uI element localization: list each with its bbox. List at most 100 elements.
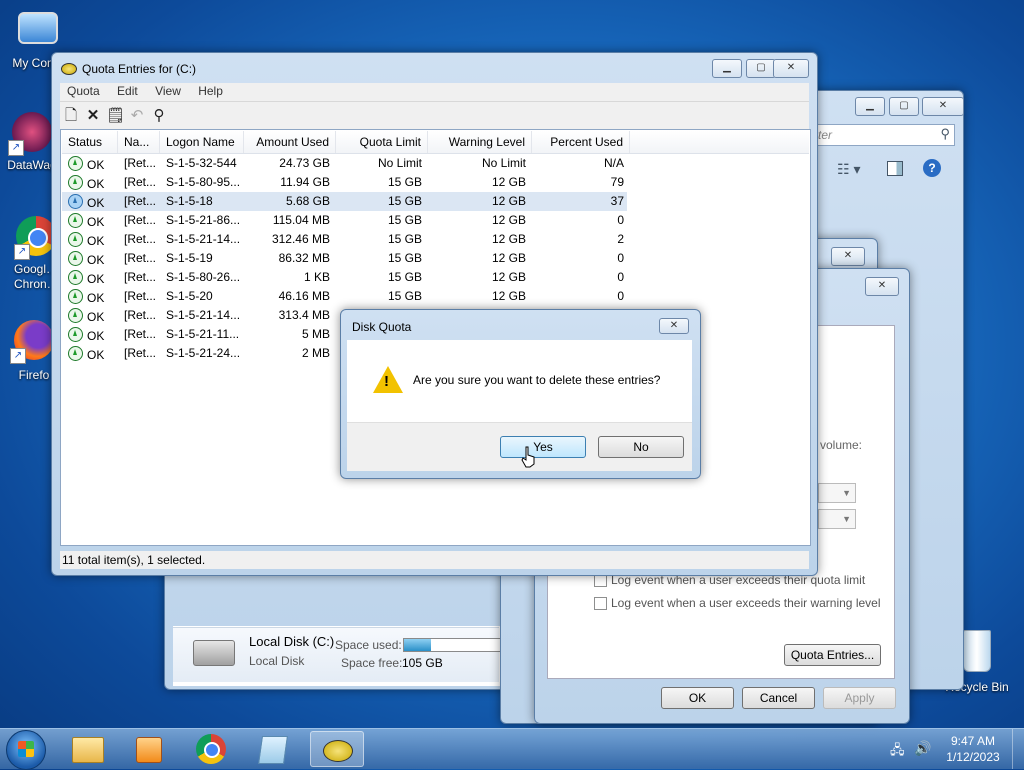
new-entry-icon[interactable]: 🗋 [62, 107, 80, 125]
warning-mark: ! [384, 373, 389, 390]
menu-quota[interactable]: Quota [60, 83, 107, 99]
quota-entries-button[interactable]: Quota Entries... [784, 644, 881, 666]
menu-help[interactable]: Help [191, 83, 230, 99]
cell-text: 115.04 MB [272, 213, 330, 227]
cell-text: OK [87, 177, 105, 191]
delete-icon[interactable]: ✕ [84, 107, 102, 125]
status-ok-icon [68, 175, 83, 190]
preview-pane-icon[interactable] [887, 161, 903, 176]
maximize-button[interactable]: ▢ [889, 97, 919, 116]
table-row[interactable]: OK [Ret... S-1-5-21-14... 312.46 MB 15 GB 12 … [62, 230, 627, 249]
taskbar-chrome[interactable] [184, 731, 238, 767]
cell-status: OK [62, 230, 118, 249]
col-amount[interactable]: Amount Used [244, 131, 336, 153]
table-row[interactable]: OK [Ret... S-1-5-21-86... 115.04 MB 15 GB 12 … [62, 211, 627, 230]
cell-text: 2 [617, 232, 624, 246]
cell-text: 11.94 GB [280, 175, 330, 189]
taskbar-explorer[interactable] [60, 731, 114, 767]
minimize-button[interactable]: ▁ [855, 97, 885, 116]
cell-percent: 0 [532, 211, 630, 230]
cell-text: [Ret... [124, 346, 157, 360]
taskbar-notepad[interactable] [246, 731, 300, 767]
status-ok-icon [68, 232, 83, 247]
undo-icon[interactable]: ↶ [128, 107, 146, 125]
cell-logon: S-1-5-19 [160, 249, 244, 268]
table-row[interactable]: OK [Ret... S-1-5-80-26... 1 KB 15 GB 12 GB 0 [62, 268, 627, 287]
log-warning-checkbox[interactable]: Log event when a user exceeds their warn… [594, 596, 881, 611]
clock-date: 1/12/2023 [946, 750, 1000, 764]
search-box[interactable]: ter ⚲ [813, 124, 955, 146]
col-logon[interactable]: Logon Name [160, 131, 244, 153]
cell-text: OK [87, 253, 105, 267]
close-button[interactable]: ✕ [865, 277, 899, 296]
find-icon[interactable]: ⚲ [150, 107, 168, 125]
details-pane: Local Disk (C:) Local Disk Space used: S… [173, 627, 501, 682]
cell-percent: 2 [532, 230, 630, 249]
cell-warning: 12 GB [428, 192, 532, 211]
recycle-bin-icon [963, 630, 991, 672]
computer-icon [18, 12, 58, 44]
dropdown-1[interactable]: ▼ [818, 483, 856, 503]
cell-warning: 12 GB [428, 230, 532, 249]
cell-text: [Ret... [124, 156, 157, 170]
volume-icon[interactable]: 🔊 [914, 740, 931, 757]
view-options-icon[interactable]: ☷ ▾ [837, 161, 860, 178]
table-row[interactable]: OK [Ret... S-1-5-20 46.16 MB 15 GB 12 GB 0 [62, 287, 627, 306]
col-limit[interactable]: Quota Limit [336, 131, 428, 153]
cell-percent: 79 [532, 173, 630, 192]
show-desktop-button[interactable] [1012, 729, 1024, 769]
cell-used: 2 MB [244, 344, 336, 363]
close-button[interactable]: ✕ [659, 318, 689, 334]
table-row[interactable]: OK [Ret... S-1-5-80-95... 11.94 GB 15 GB 12 G… [62, 173, 627, 192]
notepad-icon [258, 736, 288, 764]
menu-view[interactable]: View [148, 83, 188, 99]
cell-text: 2 MB [301, 346, 330, 360]
cell-text: 12 GB [491, 289, 526, 303]
cell-percent: 37 [532, 192, 630, 211]
help-icon[interactable]: ? [923, 159, 941, 177]
close-button[interactable]: ✕ [922, 97, 964, 116]
menu-edit[interactable]: Edit [110, 83, 145, 99]
cell-used: 86.32 MB [244, 249, 336, 268]
yes-button[interactable]: Yes [500, 436, 586, 458]
cell-text: [Ret... [124, 232, 157, 246]
cell-logon: S-1-5-21-14... [160, 306, 244, 325]
apply-button[interactable]: Apply [823, 687, 896, 709]
windows-logo-icon [18, 741, 34, 757]
checkbox[interactable] [594, 574, 607, 588]
properties-icon[interactable]: 🗒 [106, 107, 125, 125]
table-row[interactable]: OK [Ret... S-1-5-32-544 24.73 GB No Limit No … [62, 154, 627, 173]
cell-name: [Ret... [118, 230, 160, 249]
network-icon[interactable]: 🖧 [890, 741, 905, 763]
col-status[interactable]: Status [62, 131, 118, 153]
maximize-button[interactable]: ▢ [746, 59, 776, 78]
cancel-button[interactable]: Cancel [742, 687, 815, 709]
taskbar-media-player[interactable] [122, 731, 176, 767]
checkbox[interactable] [594, 597, 607, 611]
cell-text: S-1-5-32-544 [166, 156, 237, 170]
minimize-button[interactable]: ▁ [712, 59, 742, 78]
cell-used: 312.46 MB [244, 230, 336, 249]
cell-text: S-1-5-18 [166, 194, 213, 208]
table-row[interactable]: OK [Ret... S-1-5-19 86.32 MB 15 GB 12 GB 0 [62, 249, 627, 268]
col-percent[interactable]: Percent Used [532, 131, 630, 153]
ok-button[interactable]: OK [661, 687, 734, 709]
cell-status: OK [62, 173, 118, 192]
taskbar-disk-quota[interactable] [310, 731, 364, 767]
col-name[interactable]: Na... [118, 131, 160, 153]
dropdown-2[interactable]: ▼ [818, 509, 856, 529]
close-button[interactable]: ✕ [831, 247, 865, 266]
cell-used: 5 MB [244, 325, 336, 344]
cell-text: No Limit [481, 156, 526, 170]
close-button[interactable]: ✕ [773, 59, 809, 78]
cell-limit: 15 GB [336, 287, 428, 306]
table-row[interactable]: OK [Ret... S-1-5-18 5.68 GB 15 GB 12 GB 37 [62, 192, 627, 211]
cell-text: [Ret... [124, 213, 157, 227]
start-button[interactable] [6, 730, 46, 770]
no-button[interactable]: No [598, 436, 684, 458]
col-warning[interactable]: Warning Level [428, 131, 532, 153]
status-ok-icon [68, 213, 83, 228]
cell-text: 86.32 MB [278, 251, 330, 265]
clock[interactable]: 9:47 AM 1/12/2023 [940, 733, 1006, 765]
cell-logon: S-1-5-80-26... [160, 268, 244, 287]
